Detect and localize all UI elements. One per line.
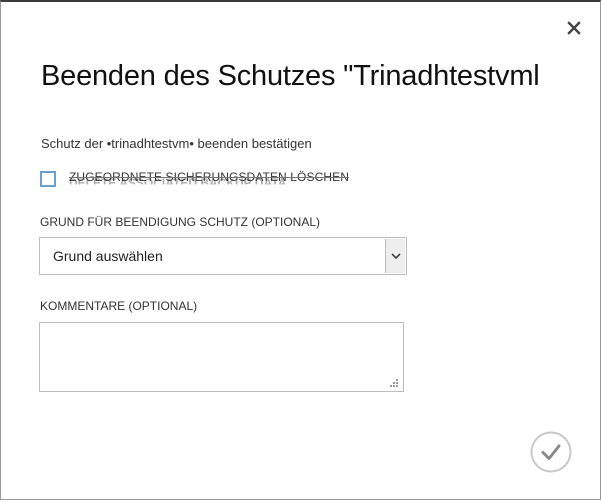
comments-textarea[interactable] xyxy=(39,322,404,392)
confirm-text: Schutz der •trinadhtestvm• beenden bestä… xyxy=(41,136,312,151)
reason-select[interactable]: Grund auswählen xyxy=(39,237,407,275)
delete-backup-checkbox[interactable] xyxy=(40,171,56,187)
reason-label: GRUND FÜR BEENDIGUNG SCHUTZ (OPTIONAL) xyxy=(40,215,321,229)
reason-dropdown-button[interactable] xyxy=(385,239,405,273)
delete-backup-label-wrap: DELETE ASSOCIATED BACKUP DATA ZUGEORDNET… xyxy=(69,168,349,190)
reason-select-value: Grund auswählen xyxy=(53,248,163,264)
resize-grip-icon[interactable] xyxy=(389,378,399,388)
stop-protection-dialog: Beenden des Schutzes "Trinadhtestvml Sch… xyxy=(0,0,601,500)
comments-label: KOMMENTARE (OPTIONAL) xyxy=(40,299,198,313)
dialog-title: Beenden des Schutzes "Trinadhtestvml xyxy=(41,60,540,92)
delete-backup-label[interactable]: ZUGEORDNETE SICHERUNGSDATEN LÖSCHEN xyxy=(69,170,349,184)
delete-backup-row: DELETE ASSOCIATED BACKUP DATA ZUGEORDNET… xyxy=(40,168,349,190)
checkmark-circle-icon xyxy=(530,431,572,473)
close-button[interactable] xyxy=(566,20,582,36)
chevron-down-icon xyxy=(390,252,401,259)
confirm-button[interactable] xyxy=(530,431,572,473)
close-icon xyxy=(567,21,581,35)
